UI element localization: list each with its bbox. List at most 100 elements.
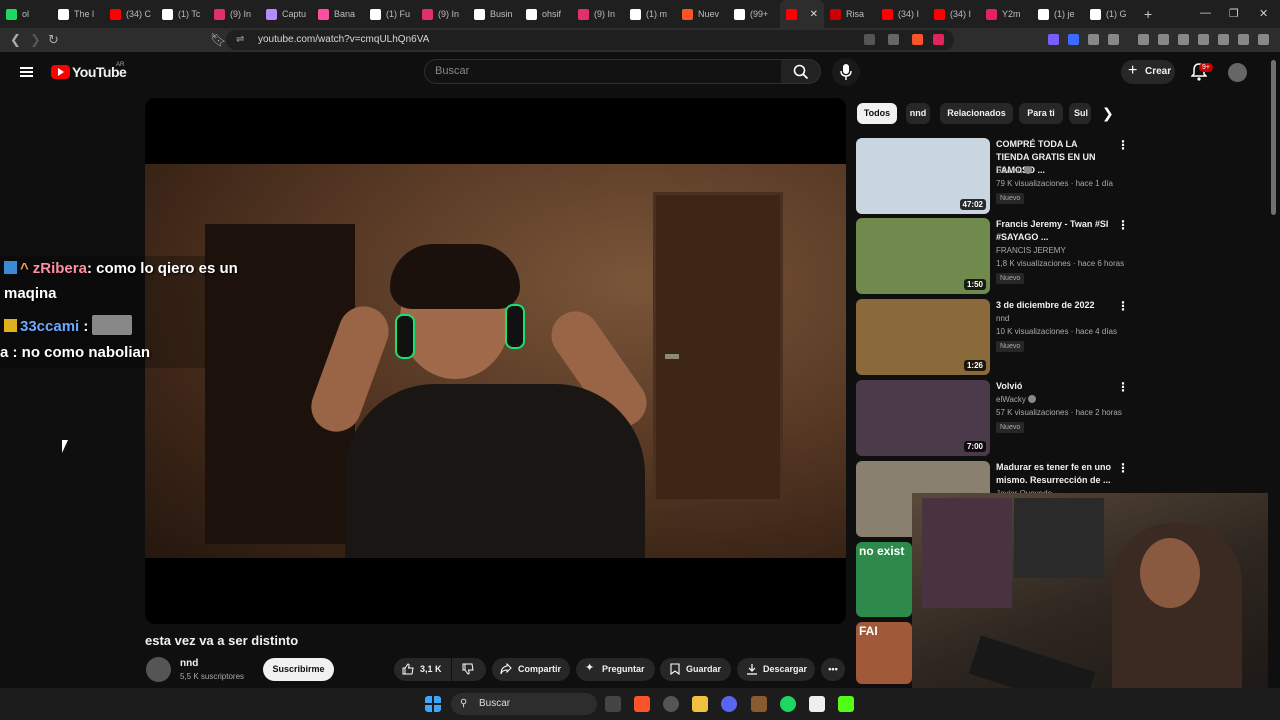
file-explorer-icon[interactable] [692,696,708,712]
browser-tab[interactable]: (1) je [1032,0,1084,28]
video-thumbnail[interactable]: FAI [856,622,912,684]
brave-browser-icon[interactable] [634,696,650,712]
back-icon[interactable]: ❮ [10,32,21,48]
youtube-logo-icon[interactable] [51,65,70,79]
share-page-icon[interactable] [888,34,899,45]
chevron-right-icon[interactable]: ❯ [1102,105,1114,122]
leo-ai-icon[interactable] [1218,34,1229,45]
recommendation-channel[interactable]: FRANCIS JEREMY [996,246,1066,255]
page-scrollbar-thumb[interactable] [1271,60,1276,215]
video-thumbnail[interactable]: 47:02 [856,138,990,214]
ask-button[interactable]: ✦ Preguntar [576,658,655,681]
extension-icon[interactable] [1068,34,1079,45]
task-view-icon[interactable] [605,696,621,712]
recommendation-title[interactable]: Francis Jeremy - Twan #SI #SAYAGO ... [996,218,1112,244]
capcut-icon[interactable] [809,696,825,712]
chip-para-ti[interactable]: Para ti [1019,103,1063,124]
save-button[interactable]: Guardar [660,658,731,681]
recommendation-channel[interactable]: nnd [996,314,1009,323]
browser-tab[interactable]: Y2m [980,0,1032,28]
browser-tab[interactable]: Busin [468,0,520,28]
wallet-icon[interactable] [1198,34,1209,45]
new-tab-button[interactable]: + [1136,6,1160,22]
close-window-icon[interactable]: ✕ [1259,7,1268,20]
close-tab-icon[interactable]: ✕ [810,9,818,20]
windows-start-icon[interactable] [425,696,441,712]
extension-icon[interactable] [1048,34,1059,45]
minimize-icon[interactable]: — [1200,7,1211,19]
maximize-icon[interactable]: ❐ [1229,7,1239,20]
video-thumbnail[interactable]: no exist [856,542,912,617]
sidebar-icon[interactable] [1178,34,1189,45]
address-bar[interactable]: ⇌ youtube.com/watch?v=cmqULhQn6VA [226,30,954,50]
subscribe-button[interactable]: Suscribirme [263,658,334,681]
site-info-icon[interactable]: ⇌ [236,30,244,50]
cast-icon[interactable] [864,34,875,45]
chatgpt-icon[interactable] [663,696,679,712]
browser-tab[interactable]: Captu [260,0,312,28]
discord-icon[interactable] [721,696,737,712]
more-vertical-icon[interactable]: ⋮ [1117,218,1129,232]
browser-tab[interactable]: Risa [824,0,876,28]
bookmark-icon[interactable]: 🔖︎ [210,32,227,48]
chip-sul[interactable]: Sul [1069,103,1091,124]
recommendation-title[interactable]: Volvió [996,380,1112,393]
browser-tab[interactable]: (1) m [624,0,676,28]
taskbar-search-input[interactable]: ⚲ Buscar [451,693,597,715]
channel-avatar[interactable] [146,657,171,682]
browser-tab[interactable]: (1) Tc [156,0,208,28]
search-input[interactable]: Buscar [424,59,782,84]
browser-tab[interactable]: Bana [312,0,364,28]
more-vertical-icon[interactable]: ⋮ [1117,380,1129,394]
browser-tab[interactable]: ohsif [520,0,572,28]
extension-icon[interactable] [1108,34,1119,45]
recommendation-title[interactable]: 3 de diciembre de 2022 [996,299,1112,312]
reload-icon[interactable]: ↻ [48,32,59,48]
app-icon[interactable] [751,696,767,712]
channel-name[interactable]: nnd [180,658,198,669]
extensions-puzzle-icon[interactable] [1088,34,1099,45]
video-thumbnail[interactable]: 1:26 [856,299,990,375]
recommendation-channel[interactable]: elWacky [996,395,1036,404]
browser-tab[interactable]: The l [52,0,104,28]
kick-icon[interactable] [838,696,854,712]
brave-rewards-icon[interactable] [933,34,944,45]
spotify-icon[interactable] [780,696,796,712]
share-button[interactable]: Compartir [492,658,570,681]
browser-tab[interactable]: (34) I [928,0,980,28]
browser-tab[interactable]: (9) In [572,0,624,28]
browser-tab[interactable]: ol [0,0,52,28]
dislike-button[interactable] [452,658,486,681]
recommendation-channel[interactable]: SSamu [996,166,1033,175]
like-button[interactable]: 3,1 K [394,658,451,681]
account-avatar[interactable] [1228,63,1247,82]
media-icon[interactable] [1158,34,1169,45]
forward-icon[interactable]: ❯ [30,32,41,48]
browser-tab[interactable]: (9) In [416,0,468,28]
search-button[interactable] [781,59,821,84]
recommendation-title[interactable]: Madurar es tener fe en uno mismo. Resurr… [996,461,1112,487]
more-vertical-icon[interactable]: ⋮ [1117,299,1129,313]
browser-tab[interactable]: (34) I [876,0,928,28]
browser-tab[interactable]: (99+ [728,0,780,28]
vpn-icon[interactable] [1238,34,1249,45]
video-player[interactable] [145,98,846,624]
download-icon[interactable] [1138,34,1149,45]
more-vertical-icon[interactable]: ⋮ [1117,138,1129,152]
more-vertical-icon[interactable]: ⋮ [1117,461,1129,475]
download-button[interactable]: Descargar [737,658,815,681]
chip-relacionados[interactable]: Relacionados [940,103,1013,124]
more-actions-button[interactable]: ••• [821,658,845,681]
browser-tab[interactable]: (34) C [104,0,156,28]
chip-todos[interactable]: Todos [857,103,897,124]
browser-tab[interactable]: (1) Fu [364,0,416,28]
video-thumbnail[interactable]: 7:00 [856,380,990,456]
browser-tab[interactable]: (1) G [1084,0,1136,28]
browser-tab[interactable]: (9) In [208,0,260,28]
hamburger-menu-icon[interactable] [20,67,33,77]
video-thumbnail[interactable]: 1:50 [856,218,990,294]
browser-tab-active[interactable]: ✕ [780,0,824,28]
browser-tab[interactable]: Nuev [676,0,728,28]
voice-search-button[interactable] [832,58,860,86]
menu-icon[interactable] [1258,34,1269,45]
